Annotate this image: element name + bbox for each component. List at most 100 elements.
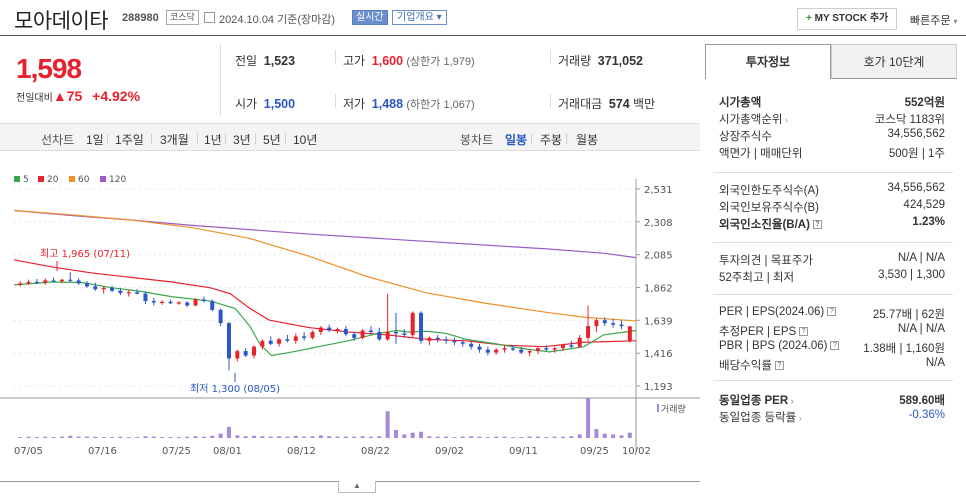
divider [713, 380, 953, 381]
x-tick-label: 09/11 [509, 446, 538, 457]
volume-bar [235, 435, 240, 438]
candle-body [519, 349, 524, 353]
candle-body [360, 330, 365, 338]
volume-bar [26, 436, 31, 438]
add-mystock-button[interactable]: + MY STOCK 추가 [797, 8, 898, 30]
candle-body [393, 331, 398, 334]
help-icon[interactable]: ? [827, 307, 837, 317]
candle-body [510, 348, 515, 350]
candle-body [252, 346, 257, 356]
period-1w[interactable]: 1주일 [115, 131, 144, 148]
volume-bar [435, 436, 440, 438]
volume-bar [561, 436, 566, 438]
x-tick-label: 08/12 [287, 446, 316, 457]
volume-bar [93, 436, 98, 438]
help-icon[interactable]: ? [830, 341, 840, 351]
x-tick-label: 09/02 [435, 446, 464, 457]
info-value: 500원 | 1주 [888, 148, 945, 160]
candle-body [502, 348, 507, 350]
volume-bar [277, 436, 282, 438]
divider [713, 294, 953, 295]
candle-body [135, 292, 140, 294]
ma60-line [13, 209, 637, 322]
separator: | [284, 131, 288, 145]
volume-bar [335, 436, 340, 438]
volume-bar [410, 432, 415, 438]
candle-body [444, 339, 449, 341]
y-tick-label: 1,193 [644, 382, 673, 393]
chevron-down-icon: ▾ [436, 12, 442, 23]
candle-chart-label: 봉차트 [460, 133, 494, 147]
stock-header: 모아데이타 288980 코스닥 2024.10.04 기준(장마감) 실시간 … [0, 0, 966, 36]
legend-swatch [100, 176, 106, 182]
candle-body [310, 331, 315, 338]
volume-bar [385, 411, 390, 438]
volume-bar [619, 435, 624, 438]
candle-body [611, 323, 616, 325]
volume-bar [594, 429, 599, 438]
candle-body [419, 312, 424, 341]
candle-body [293, 336, 298, 341]
period-3y[interactable]: 3년 [233, 131, 251, 148]
info-value: 3,530 | 1,300 [878, 269, 945, 281]
candle-body [343, 329, 348, 335]
base-date: 2024.10.04 기준(장마감) [219, 14, 336, 26]
period-5y[interactable]: 5년 [263, 131, 281, 148]
separator: | [106, 131, 110, 145]
y-tick-label: 2,308 [644, 218, 673, 229]
help-icon[interactable]: ? [812, 220, 822, 230]
candle-body [160, 301, 165, 303]
tab-orderbook[interactable]: 호가 10단계 [831, 44, 957, 79]
company-overview-dropdown[interactable]: 기업개요 ▾ [392, 10, 447, 25]
info-label: 52주최고 | 최저 [719, 272, 795, 284]
volume-bar [51, 437, 56, 438]
candle-body [368, 330, 373, 332]
info-value: N/A | N/A [897, 323, 945, 335]
candle-body [352, 334, 357, 338]
y-tick-label: 2,085 [644, 251, 673, 262]
candle-body [101, 287, 106, 290]
info-value: 589.60배 [899, 395, 945, 407]
volume-bar [602, 433, 607, 438]
candle-body [335, 329, 340, 331]
up-arrow-icon: ▲ [52, 88, 67, 104]
period-1y[interactable]: 1년 [204, 131, 222, 148]
trade-amount: 거래대금 574 백만 [558, 97, 656, 111]
candle-body [235, 351, 240, 359]
x-tick-label: 09/25 [580, 446, 609, 457]
candle-weekly[interactable]: 주봉 [540, 131, 562, 148]
collapse-toggle[interactable]: ▲ [338, 481, 376, 493]
y-tick-label: 1,639 [644, 316, 673, 327]
period-3m[interactable]: 3개월 [160, 131, 189, 148]
volume-bar [627, 432, 632, 438]
volume-bar [59, 436, 64, 438]
help-icon[interactable]: ? [799, 327, 809, 337]
divider [335, 50, 336, 64]
quick-order-link[interactable]: 빠른주문 ▾ [910, 12, 958, 28]
candle-body [226, 323, 231, 359]
ma5-line [13, 281, 637, 357]
help-icon[interactable]: ? [774, 361, 784, 371]
volume-bar [352, 436, 357, 438]
candle-body [59, 279, 64, 282]
volume-bar [502, 436, 507, 438]
volume-bar [368, 436, 373, 438]
change-value: 75 [66, 88, 83, 104]
volume-bar [494, 436, 499, 438]
candle-body [34, 281, 39, 284]
volume-bar [268, 436, 273, 438]
chevron-right-icon: › [782, 115, 788, 125]
info-label: 시가총액 [719, 97, 762, 109]
candle-body [544, 348, 549, 350]
period-bar: 선차트 1일 | 1주일 | 3개월 | 1년 | 3년 | 5년 | 10년 … [0, 123, 700, 151]
volume-bar [327, 436, 332, 438]
candle-daily[interactable]: 일봉 [505, 131, 527, 148]
realtime-button[interactable]: 실시간 [352, 10, 388, 25]
candle-monthly[interactable]: 월봉 [576, 131, 598, 148]
info-value: 34,556,562 [887, 128, 945, 140]
period-10y[interactable]: 10년 [293, 131, 317, 148]
tab-invest-info[interactable]: 투자정보 [705, 44, 831, 79]
candle-body [318, 327, 323, 332]
legend-label: 5 [23, 175, 29, 185]
period-1d[interactable]: 1일 [86, 131, 104, 148]
